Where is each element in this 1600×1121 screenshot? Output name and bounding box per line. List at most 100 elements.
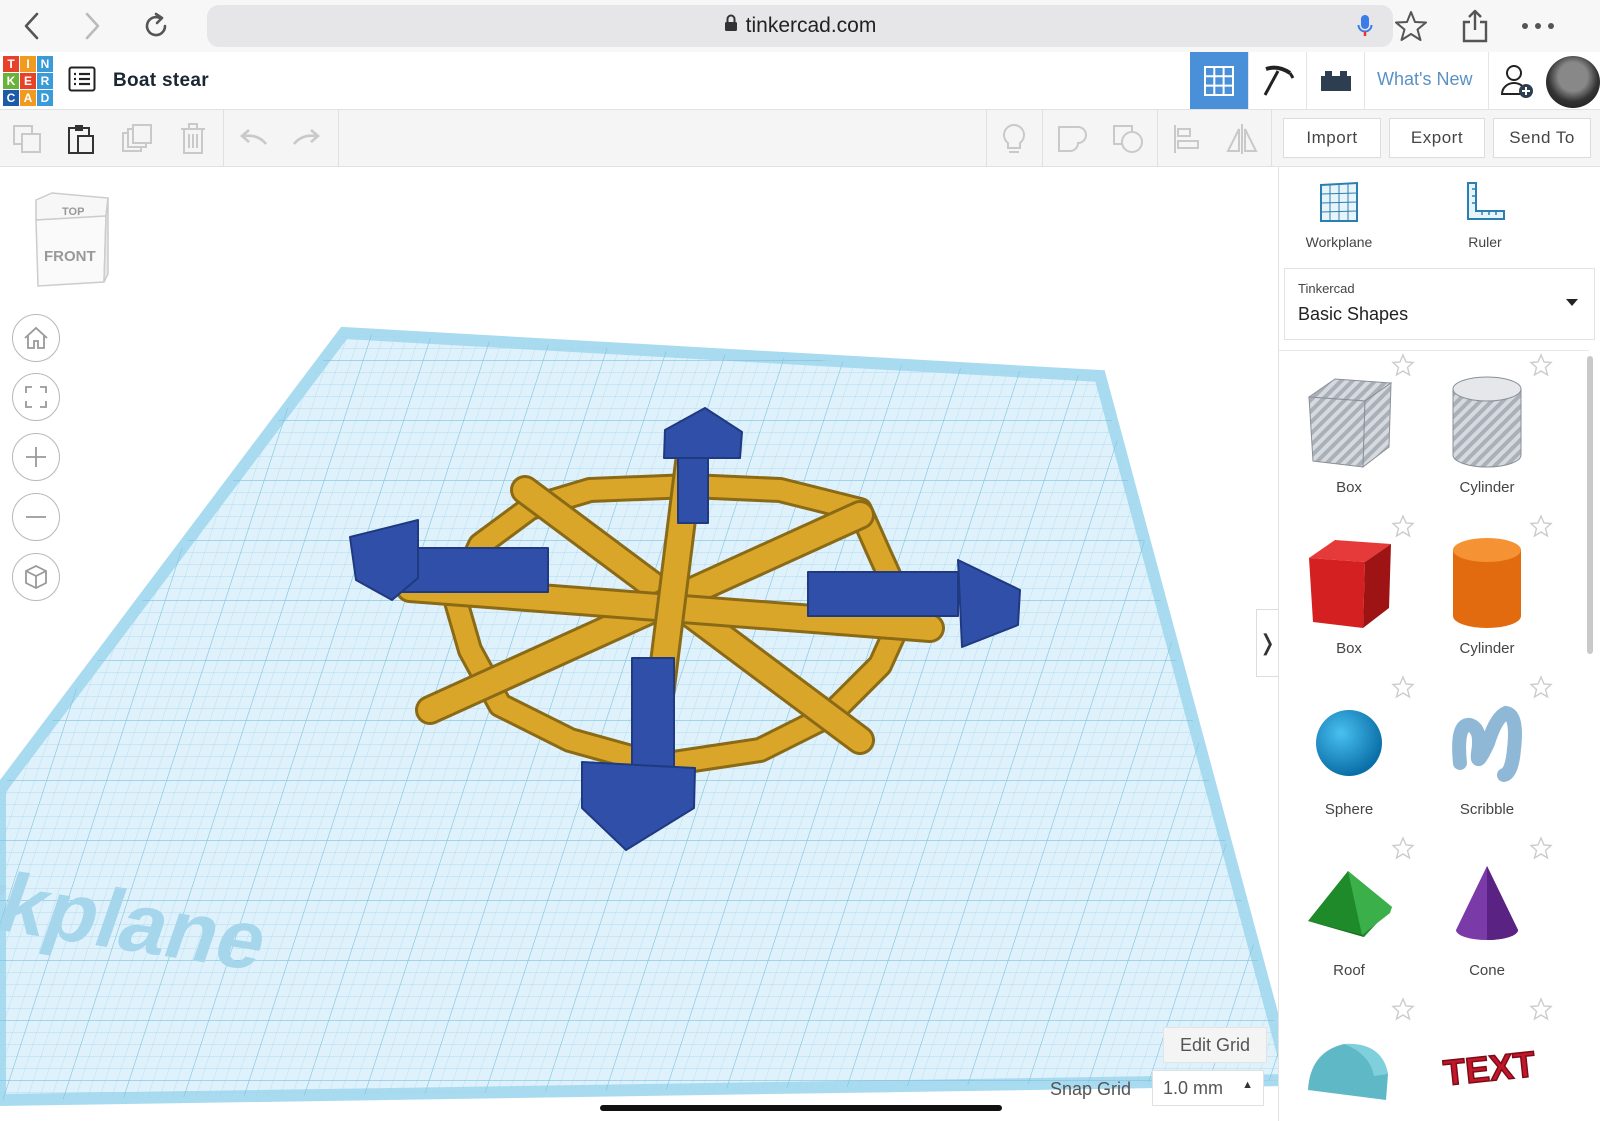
ruler-icon [1464,181,1506,228]
shape-label: Box [1336,640,1362,657]
whats-new-link[interactable]: What's New [1377,69,1472,90]
back-icon[interactable] [14,8,50,44]
shape-box[interactable]: Box [1279,512,1419,672]
avatar[interactable] [1546,56,1600,108]
text-icon: TEXT [1437,1015,1537,1115]
zoom-in-icon[interactable] [12,433,60,481]
paste-icon[interactable] [64,122,98,156]
box-icon [1299,532,1399,632]
chevron-down-icon [1566,299,1578,306]
shape-roof[interactable]: Roof [1279,834,1419,994]
shape-cylinder[interactable]: Cylinder [1417,512,1557,672]
shape-label: Scribble [1459,801,1515,818]
panel-scrollbar[interactable] [1587,356,1593,654]
shape-text[interactable]: TEXT [1417,995,1557,1121]
shape-cone[interactable]: Cone [1417,834,1557,994]
shape-box-hole[interactable]: Box [1279,351,1419,511]
library-source: Tinkercad [1298,281,1355,296]
copy-icon[interactable] [10,122,44,156]
bookmark-star-icon[interactable] [1393,8,1429,44]
shape-library-dropdown[interactable]: Tinkercad Basic Shapes [1284,268,1595,340]
text-shape-glyph: TEXT [1441,1043,1535,1093]
undo-icon[interactable] [236,122,270,156]
orthographic-view-icon[interactable] [12,553,60,601]
snap-grid-select[interactable]: 1.0 mm ▲ [1152,1070,1264,1106]
sphere-icon [1299,693,1399,793]
address-bar[interactable]: tinkercad.com [207,5,1393,47]
shape-round-roof[interactable] [1279,995,1419,1121]
shape-label: Cylinder [1459,479,1515,496]
lock-icon [724,14,738,38]
viewcube-top-label: TOP [62,206,84,218]
shape-label: Sphere [1324,801,1374,818]
workplane-icon [1319,181,1359,228]
logo-letter: E [20,73,36,89]
align-icon[interactable] [1169,122,1203,156]
edit-toolbar: Import Export Send To [0,110,1600,167]
round-roof-icon [1299,1015,1399,1115]
trash-icon[interactable] [176,122,210,156]
cone-icon [1437,854,1537,954]
fit-view-icon[interactable] [12,373,60,421]
logo-letter: R [37,73,53,89]
workplane-tool[interactable]: Workplane [1279,181,1399,250]
box-hole-icon [1299,371,1399,471]
browser-toolbar: tinkercad.com [0,0,1600,52]
ungroup-icon[interactable] [1111,122,1145,156]
microphone-icon[interactable] [1357,14,1373,44]
zoom-out-icon[interactable] [12,493,60,541]
mirror-icon[interactable] [1225,122,1259,156]
roof-icon [1299,854,1399,954]
logo-letter: A [20,90,36,106]
send-to-button[interactable]: Send To [1493,118,1591,158]
3d-workspace[interactable]: Workplane TOP FRONT ❭ Edit Grid Snap Gri… [0,167,1278,1121]
logo-letter: D [37,90,53,106]
logo-letter: I [20,56,36,72]
collapse-panel-button[interactable]: ❭ [1256,609,1278,677]
shape-scribble[interactable]: Scribble [1417,673,1557,833]
shape-label: Box [1336,479,1362,496]
share-icon[interactable] [1457,8,1493,44]
duplicate-icon[interactable] [120,122,154,156]
logo-letter: N [37,56,53,72]
shape-label: Roof [1333,962,1365,979]
lightbulb-icon[interactable] [997,122,1031,156]
tinkercad-logo[interactable]: T I N K E R C A D [3,56,54,107]
import-button[interactable]: Import [1283,118,1381,158]
snap-grid-value: 1.0 mm [1163,1077,1224,1098]
logo-letter: T [3,56,19,72]
more-icon[interactable] [1520,8,1556,44]
3d-design-grid-icon[interactable] [1190,52,1248,109]
snap-grid-label: Snap Grid [1050,1079,1132,1099]
library-name: Basic Shapes [1298,304,1409,324]
home-indicator [600,1105,1002,1111]
forward-icon[interactable] [74,8,110,44]
shapes-grid: Box Cylinder Box Cylinder Sphere Scribbl… [1279,350,1589,1121]
workplane-canvas[interactable]: Workplane [0,167,1278,1121]
view-cube[interactable]: TOP FRONT [28,192,112,295]
url-text: tinkercad.com [745,14,877,37]
shape-label: Cone [1469,962,1505,979]
home-view-icon[interactable] [12,314,60,362]
ruler-tool[interactable]: Ruler [1425,181,1545,250]
redo-icon[interactable] [290,122,324,156]
shapes-panel: Workplane Ruler Tinkercad Basic Shapes B… [1278,167,1600,1121]
brick-icon[interactable] [1306,52,1364,109]
scribble-icon [1437,693,1537,793]
pickaxe-icon[interactable] [1248,52,1306,109]
design-title[interactable]: Boat stear [113,70,209,92]
shape-cylinder-hole[interactable]: Cylinder [1417,351,1557,511]
viewcube-front-label: FRONT [44,248,96,265]
shape-label: Cylinder [1459,640,1515,657]
group-icon[interactable] [1055,122,1089,156]
edit-grid-button[interactable]: Edit Grid [1163,1027,1267,1063]
shape-sphere[interactable]: Sphere [1279,673,1419,833]
reload-icon[interactable] [138,8,174,44]
logo-letter: C [3,90,19,106]
add-user-icon[interactable] [1488,52,1544,109]
caret-up-icon: ▲ [1242,1079,1253,1091]
design-list-icon[interactable] [68,66,96,97]
export-button[interactable]: Export [1389,118,1485,158]
ruler-tool-label: Ruler [1468,234,1502,250]
app-header: T I N K E R C A D Boat stear What's New [0,52,1600,110]
